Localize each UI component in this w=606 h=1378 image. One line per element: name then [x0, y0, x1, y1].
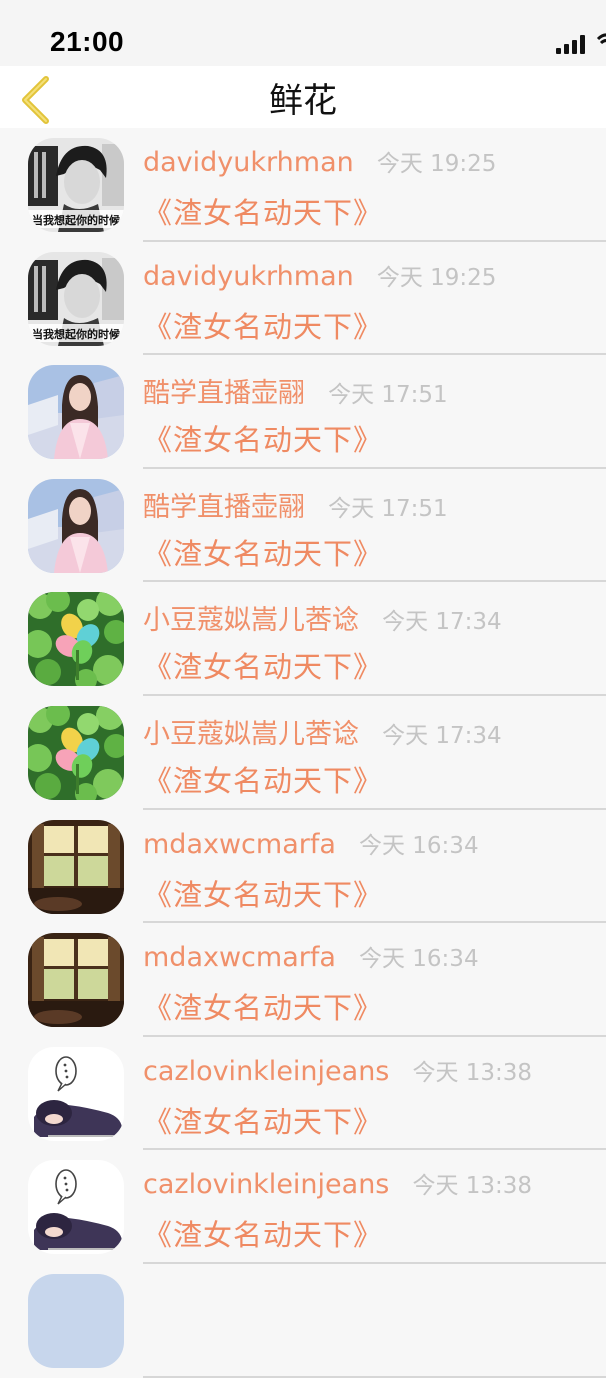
- meta-line: cazlovinkleinjeans 今天 13:38: [143, 1053, 532, 1087]
- meta-line: 酷学直播壶翮 今天 17:51: [143, 371, 448, 410]
- list-item[interactable]: cazlovinkleinjeans 今天 13:38 《渣女名动天下》: [0, 1150, 606, 1264]
- svg-text:当我想起你的时候: 当我想起你的时候: [32, 213, 121, 227]
- timestamp: 今天 17:34: [382, 722, 502, 749]
- timestamp: 今天 13:38: [412, 1059, 533, 1086]
- list-item[interactable]: 当我想起你的时候 davidyukrhman 今天 19:25 《渣女名动天下》: [0, 128, 606, 242]
- timestamp: 今天 13:38: [412, 1173, 533, 1200]
- message-text: 《渣女名动天下》: [143, 196, 384, 230]
- meta-line: 小豆蔻姒嵩儿莕谂 今天 17:34: [143, 712, 502, 751]
- avatar[interactable]: [28, 1160, 124, 1255]
- list-item[interactable]: 当我想起你的时候 davidyukrhman 今天 19:25 《渣女名动天下》: [0, 242, 606, 356]
- avatar[interactable]: 当我想起你的时候: [28, 138, 124, 232]
- avatar[interactable]: [28, 1273, 124, 1368]
- list-item[interactable]: cazlovinkleinjeans 今天 13:38 《渣女名动天下》: [0, 1037, 606, 1151]
- nav-bar: 鲜花: [0, 66, 606, 128]
- avatar[interactable]: [28, 1046, 124, 1141]
- meta-line: mdaxwcmarfa 今天 16:34: [143, 826, 479, 860]
- avatar[interactable]: [28, 819, 124, 914]
- username[interactable]: mdaxwcmarfa: [143, 942, 336, 973]
- timestamp: 今天 17:51: [328, 382, 448, 409]
- message-text: 《渣女名动天下》: [143, 423, 384, 458]
- list-item[interactable]: 小豆蔻姒嵩儿莕谂 今天 17:34 《渣女名动天下》: [0, 696, 606, 810]
- list-item[interactable]: mdaxwcmarfa 今天 16:34 《渣女名动天下》: [0, 810, 606, 924]
- timestamp: 今天 16:34: [358, 832, 479, 859]
- timestamp: 今天 17:51: [328, 495, 448, 522]
- avatar[interactable]: [28, 478, 124, 573]
- list-item[interactable]: [0, 1264, 606, 1378]
- meta-line: 小豆蔻姒嵩儿莕谂 今天 17:34: [143, 598, 502, 637]
- avatar-image: 当我想起你的时候: [28, 251, 124, 346]
- message-text: 《渣女名动天下》: [143, 309, 384, 344]
- avatar-image: [28, 592, 124, 687]
- username[interactable]: 小豆蔻姒嵩儿莕谂: [143, 719, 359, 750]
- username[interactable]: cazlovinkleinjeans: [143, 1056, 389, 1087]
- status-bar: 21:00: [0, 0, 606, 66]
- divider: [143, 1375, 606, 1378]
- username[interactable]: mdaxwcmarfa: [143, 829, 336, 860]
- message-text: 《渣女名动天下》: [143, 991, 384, 1026]
- meta-line: [143, 1280, 161, 1311]
- timestamp: 今天 19:25: [376, 151, 497, 177]
- list-item[interactable]: 酷学直播壶翮 今天 17:51 《渣女名动天下》: [0, 469, 606, 583]
- avatar-image: [28, 1273, 124, 1368]
- meta-line: mdaxwcmarfa 今天 16:34: [143, 939, 479, 973]
- wifi-icon: [596, 33, 606, 45]
- message-text: 《渣女名动天下》: [143, 536, 384, 571]
- list-item[interactable]: mdaxwcmarfa 今天 16:34 《渣女名动天下》: [0, 923, 606, 1037]
- username[interactable]: 酷学直播壶翮: [143, 492, 305, 523]
- svg-text:当我想起你的时候: 当我想起你的时候: [32, 327, 121, 341]
- avatar[interactable]: [28, 705, 124, 800]
- meta-line: cazlovinkleinjeans 今天 13:38: [143, 1166, 532, 1200]
- notification-list[interactable]: 当我想起你的时候 davidyukrhman 今天 19:25 《渣女名动天下》…: [0, 128, 606, 1378]
- message-text: 《渣女名动天下》: [143, 650, 384, 685]
- avatar[interactable]: [28, 933, 124, 1028]
- message-text: 《渣女名动天下》: [143, 877, 384, 912]
- avatar-image: [28, 819, 124, 914]
- avatar[interactable]: [28, 592, 124, 687]
- avatar[interactable]: 当我想起你的时候: [28, 251, 124, 346]
- avatar-image: [28, 705, 124, 800]
- list-item[interactable]: 酷学直播壶翮 今天 17:51 《渣女名动天下》: [0, 355, 606, 469]
- username[interactable]: cazlovinkleinjeans: [143, 1169, 389, 1200]
- status-time: 21:00: [50, 26, 125, 57]
- username[interactable]: 酷学直播壶翮: [143, 378, 305, 409]
- avatar-image: [28, 933, 124, 1028]
- message-text: 《渣女名动天下》: [143, 1218, 384, 1253]
- avatar-image: [28, 1160, 124, 1255]
- username[interactable]: davidyukrhman: [143, 261, 354, 292]
- meta-line: davidyukrhman 今天 19:25: [143, 144, 496, 178]
- timestamp: 今天 17:34: [382, 609, 502, 636]
- avatar-image: [28, 478, 124, 573]
- list-item[interactable]: 小豆蔻姒嵩儿莕谂 今天 17:34 《渣女名动天下》: [0, 582, 606, 696]
- signal-icon: [556, 34, 590, 54]
- username[interactable]: davidyukrhman: [143, 147, 354, 178]
- meta-line: 酷学直播壶翮 今天 17:51: [143, 485, 448, 524]
- avatar-image: 当我想起你的时候: [28, 138, 124, 232]
- timestamp: 今天 16:34: [358, 946, 479, 973]
- timestamp: 今天 19:25: [376, 264, 497, 291]
- page-title: 鲜花: [269, 81, 337, 121]
- meta-line: davidyukrhman 今天 19:25: [143, 258, 496, 292]
- avatar-image: [28, 1046, 124, 1141]
- message-text: 《渣女名动天下》: [143, 763, 384, 798]
- username[interactable]: 小豆蔻姒嵩儿莕谂: [143, 605, 359, 636]
- avatar[interactable]: [28, 365, 124, 460]
- message-text: 《渣女名动天下》: [143, 1104, 384, 1139]
- avatar-image: [28, 365, 124, 460]
